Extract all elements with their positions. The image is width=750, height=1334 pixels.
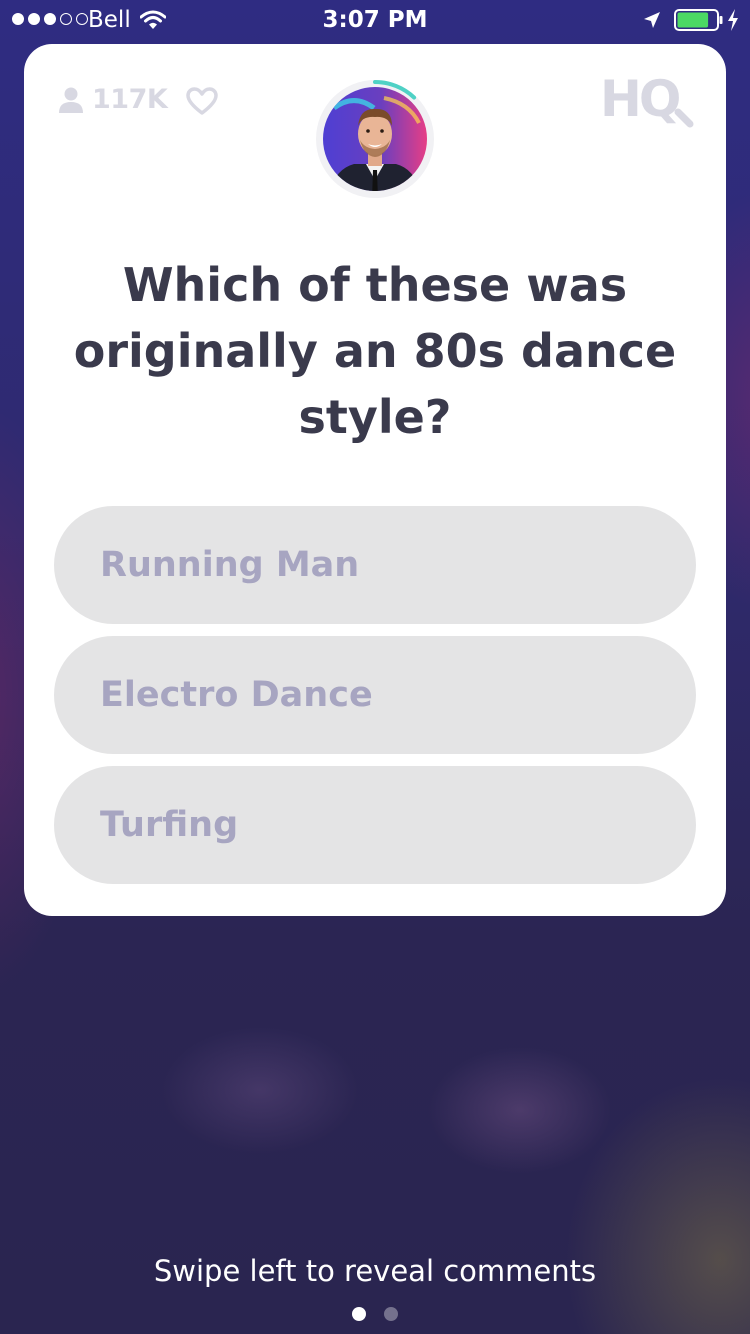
hq-logo: HQ <box>600 70 694 128</box>
answer-label: Running Man <box>100 545 360 585</box>
charging-bolt-icon <box>728 9 738 31</box>
svg-text:HQ: HQ <box>600 70 679 128</box>
question-card: 117K HQ Which of these was originally an… <box>24 44 726 916</box>
question-text: Which of these was originally an 80s dan… <box>73 258 677 444</box>
viewer-count: 117K <box>92 84 168 115</box>
answer-option-1[interactable]: Running Man <box>54 506 696 624</box>
answer-label: Turfing <box>100 805 239 845</box>
answer-label: Electro Dance <box>100 675 373 715</box>
battery-icon <box>674 9 723 31</box>
status-time: 3:07 PM <box>322 7 428 33</box>
answer-list: Running Man Electro Dance Turfing <box>54 506 696 896</box>
page-indicator[interactable] <box>0 1307 750 1321</box>
status-bar: Bell 3:07 PM <box>0 0 750 40</box>
host-avatar <box>316 80 434 198</box>
location-arrow-icon <box>644 12 660 28</box>
viewer-person-icon <box>59 87 83 113</box>
heart-icon[interactable] <box>186 87 218 115</box>
swipe-hint: Swipe left to reveal comments <box>153 1254 597 1288</box>
page-dot-2 <box>384 1307 398 1321</box>
answer-option-3[interactable]: Turfing <box>54 766 696 884</box>
page-dot-1 <box>352 1307 366 1321</box>
answer-option-2[interactable]: Electro Dance <box>54 636 696 754</box>
